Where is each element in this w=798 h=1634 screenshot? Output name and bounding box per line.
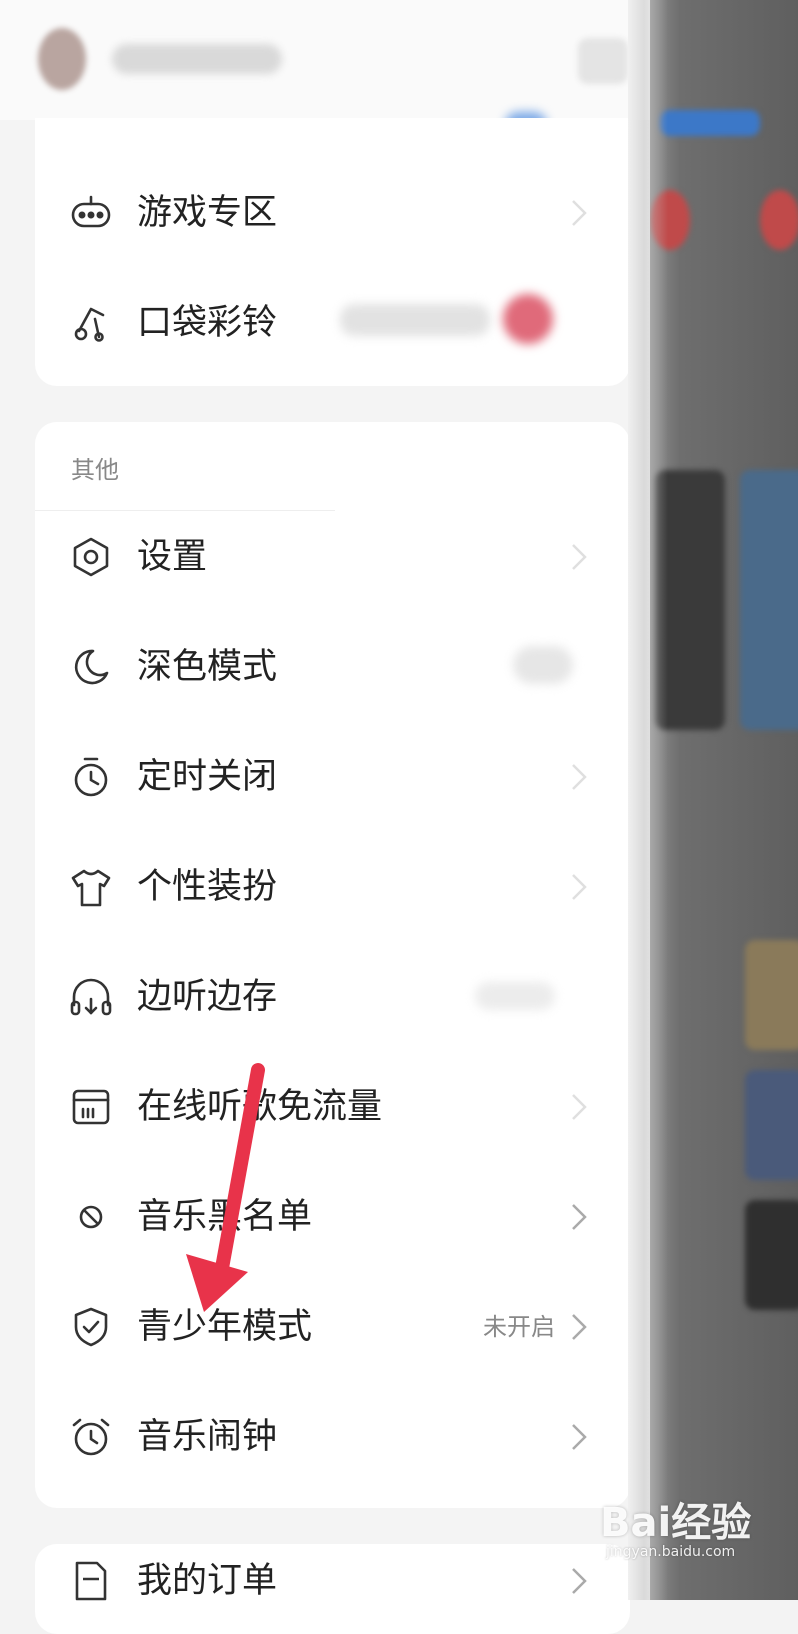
menu-item-personal-dressup[interactable]: 个性装扮 — [35, 832, 630, 942]
menu-item-label: 深色模式 — [137, 647, 278, 687]
chevron-right-icon — [567, 1200, 591, 1234]
other-settings-card: 其他 设置 深色模式 定时关闭 个性装扮 边听边存 在线听歌免流量 音乐黑名单 … — [35, 422, 630, 1508]
chevron-right-icon — [567, 760, 591, 794]
menu-item-label: 边听边存 — [137, 977, 278, 1017]
bg-thumbnail — [740, 470, 798, 730]
ringtone-preview-blurred — [340, 304, 490, 336]
scan-button[interactable] — [578, 38, 628, 84]
order-icon — [69, 1559, 113, 1603]
headphones-download-icon — [69, 975, 113, 1019]
menu-item-label: 游戏专区 — [137, 193, 278, 233]
menu-item-label: 定时关闭 — [137, 757, 278, 797]
watermark-brand: Bai经验 — [600, 1500, 752, 1546]
menu-item-label: 设置 — [137, 537, 208, 577]
chevron-right-icon — [567, 540, 591, 574]
block-icon — [69, 1195, 113, 1239]
menu-item-game-zone[interactable]: 游戏专区 — [35, 158, 630, 268]
menu-item-music-alarm[interactable]: 音乐闹钟 — [35, 1382, 630, 1492]
bg-blue-chip — [660, 110, 760, 136]
menu-item-label: 口袋彩铃 — [137, 303, 278, 343]
dark-mode-toggle[interactable] — [513, 646, 573, 684]
menu-item-label: 音乐黑名单 — [137, 1197, 313, 1237]
bg-red-icon — [760, 190, 798, 250]
chevron-right-icon — [567, 196, 591, 230]
tshirt-icon — [69, 865, 113, 909]
menu-item-settings[interactable]: 设置 — [35, 502, 630, 612]
menu-item-pocket-ringtone[interactable]: 口袋彩铃 — [35, 268, 630, 378]
chevron-right-icon — [567, 1420, 591, 1454]
menu-item-label: 个性装扮 — [137, 867, 278, 907]
music-note-icon — [69, 301, 113, 345]
side-drawer: 游戏专区 口袋彩铃 其他 设置 深色模式 定时关闭 个性装扮 边听边存 在线听歌… — [0, 0, 650, 1634]
chevron-right-icon — [567, 1310, 591, 1344]
timer-icon — [69, 755, 113, 799]
menu-item-music-blacklist[interactable]: 音乐黑名单 — [35, 1162, 630, 1272]
profile-header — [0, 0, 650, 138]
username-blurred[interactable] — [112, 44, 282, 74]
menu-item-timer-off[interactable]: 定时关闭 — [35, 722, 630, 832]
bg-thumbnail — [745, 1200, 798, 1310]
avatar[interactable] — [38, 28, 86, 90]
chevron-right-icon — [567, 1090, 591, 1124]
menu-item-listen-and-save[interactable]: 边听边存 — [35, 942, 630, 1052]
gamepad-icon — [69, 191, 113, 235]
menu-item-label: 音乐闹钟 — [137, 1417, 278, 1457]
chevron-right-icon — [567, 870, 591, 904]
menu-item-dark-mode[interactable]: 深色模式 — [35, 612, 630, 722]
menu-item-label: 在线听歌免流量 — [137, 1087, 383, 1127]
sim-card-icon — [69, 1085, 113, 1129]
menu-item-label: 我的订单 — [137, 1561, 278, 1601]
ringtone-badge-blurred — [503, 294, 553, 344]
menu-item-teen-mode[interactable]: 青少年模式 未开启 — [35, 1272, 630, 1382]
listen-save-status-blurred — [475, 982, 555, 1010]
features-card: 游戏专区 口袋彩铃 — [35, 118, 630, 386]
bg-thumbnail — [745, 940, 798, 1050]
alarm-clock-icon — [69, 1415, 113, 1459]
moon-icon — [69, 645, 113, 689]
baidu-jingyan-watermark: Bai经验 jingyan.baidu.com — [600, 1490, 790, 1590]
orders-card: 我的订单 — [35, 1544, 630, 1634]
drawer-edge-shadow — [628, 0, 668, 1600]
bg-thumbnail — [745, 1070, 798, 1180]
section-title: 其他 — [71, 456, 119, 484]
teen-mode-status: 未开启 — [483, 1313, 555, 1341]
menu-item-my-orders[interactable]: 我的订单 — [35, 1544, 630, 1634]
chevron-right-icon — [567, 1564, 591, 1598]
watermark-url: jingyan.baidu.com — [606, 1544, 736, 1560]
settings-hexagon-icon — [69, 535, 113, 579]
menu-item-label: 青少年模式 — [137, 1307, 313, 1347]
shield-check-icon — [69, 1305, 113, 1349]
menu-item-free-data[interactable]: 在线听歌免流量 — [35, 1052, 630, 1162]
